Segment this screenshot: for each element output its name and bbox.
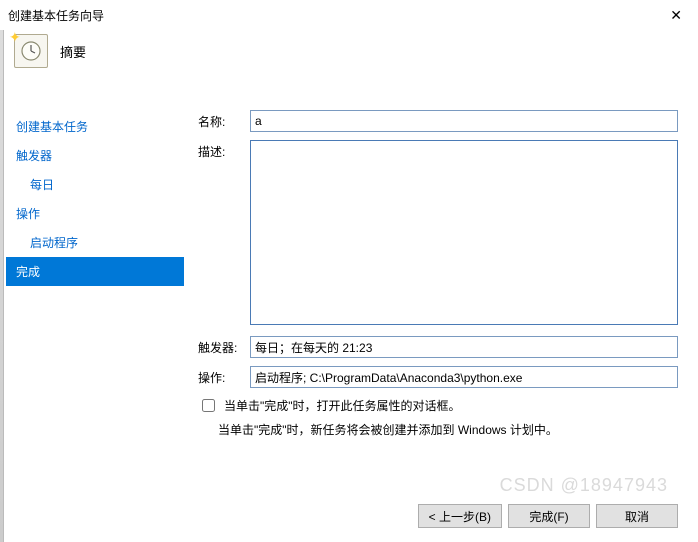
sidebar-item-trigger[interactable]: 触发器	[6, 141, 184, 170]
action-input[interactable]	[250, 366, 678, 388]
finish-button[interactable]: 完成(F)	[508, 504, 590, 528]
name-label: 名称:	[198, 110, 250, 130]
watermark: CSDN @18947943	[500, 475, 668, 496]
sidebar-item-finish[interactable]: 完成	[6, 257, 184, 286]
trigger-label: 触发器:	[198, 336, 250, 356]
star-badge-icon: ✦	[9, 29, 21, 46]
back-button[interactable]: < 上一步(B)	[418, 504, 502, 528]
action-label: 操作:	[198, 366, 250, 386]
window-edge	[0, 30, 4, 542]
sidebar-item-start-program[interactable]: 启动程序	[6, 228, 184, 257]
trigger-input[interactable]	[250, 336, 678, 358]
close-icon[interactable]: ✕	[662, 3, 690, 28]
clock-icon: ✦	[14, 34, 48, 68]
desc-label: 描述:	[198, 140, 250, 160]
sidebar-item-daily[interactable]: 每日	[6, 170, 184, 199]
wizard-sidebar: 创建基本任务 触发器 每日 操作 启动程序 完成	[6, 82, 184, 438]
page-title: 摘要	[60, 42, 86, 61]
wizard-header: ✦ 摘要	[0, 30, 698, 82]
open-properties-checkbox[interactable]	[202, 399, 215, 412]
main-panel: 名称: 描述: 触发器: 操作: 当单击"完成"时，打开此任务属性的对话框。 当…	[184, 82, 698, 438]
desc-textarea[interactable]	[250, 140, 678, 325]
checkbox-label: 当单击"完成"时，打开此任务属性的对话框。	[224, 397, 461, 414]
name-input[interactable]	[250, 110, 678, 132]
cancel-button[interactable]: 取消	[596, 504, 678, 528]
sidebar-item-create[interactable]: 创建基本任务	[6, 112, 184, 141]
window-title: 创建基本任务向导	[8, 7, 104, 24]
sidebar-item-action[interactable]: 操作	[6, 199, 184, 228]
info-text: 当单击"完成"时，新任务将会被创建并添加到 Windows 计划中。	[218, 421, 678, 438]
wizard-footer: < 上一步(B) 完成(F) 取消	[418, 504, 678, 528]
